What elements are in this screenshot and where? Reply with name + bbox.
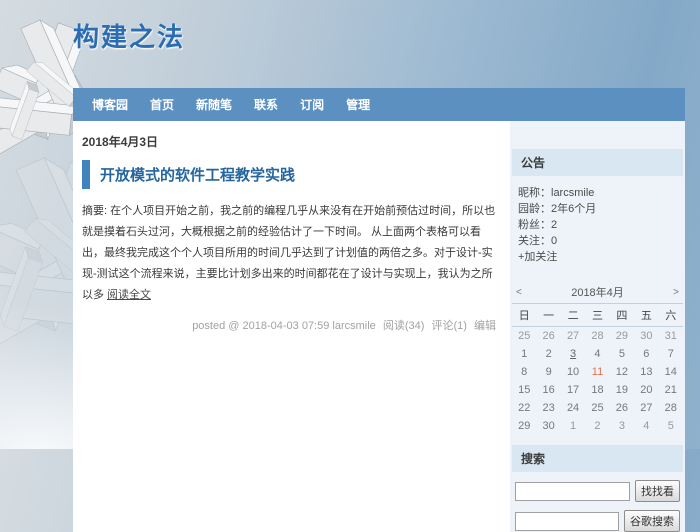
post-summary: 摘要: 在个人项目开始之前，我之前的编程几乎从来没有在开始前预估过时间，所以也就… <box>82 201 500 306</box>
notice-body: 昵称：larcsmile园龄：2年6个月粉丝：2关注：0+加关注 <box>512 176 683 273</box>
search-row-find: 找找看 <box>515 480 680 502</box>
google-search-input[interactable] <box>515 512 619 531</box>
calendar-day: 20 <box>634 381 658 399</box>
search-title: 搜索 <box>512 445 683 472</box>
calendar-title: 2018年4月 <box>528 284 667 300</box>
calendar-day: 29 <box>512 417 536 435</box>
find-search-input[interactable] <box>515 482 630 501</box>
calendar-day: 14 <box>659 363 683 381</box>
calendar-day: 16 <box>536 381 560 399</box>
nav-item-home[interactable]: 首页 <box>150 96 174 113</box>
calendar-grid: 2526272829303112345678910111213141516171… <box>512 327 683 435</box>
post-meta-prefix: posted @ 2018-04-03 07:59 larcsmile <box>192 320 376 332</box>
post-date-heading[interactable]: 2018年4月3日 <box>82 133 500 150</box>
post-title-link[interactable]: 开放模式的软件工程教学实践 <box>100 164 295 185</box>
calendar-day: 27 <box>634 399 658 417</box>
notice-row-fans: 粉丝：2 <box>518 217 677 233</box>
nav-item-contact[interactable]: 联系 <box>254 96 278 113</box>
calendar-weekday: 五 <box>634 307 658 323</box>
calendar-weekdays: 日一二三四五六 <box>512 303 683 327</box>
content-area: 2018年4月3日 开放模式的软件工程教学实践 摘要: 在个人项目开始之前，我之… <box>73 121 685 532</box>
calendar-day: 5 <box>659 417 683 435</box>
post-title-accent-bar <box>82 160 90 189</box>
notice-row-age: 园龄：2年6个月 <box>518 201 677 217</box>
nav-item-new-post[interactable]: 新随笔 <box>196 96 232 113</box>
calendar-day: 9 <box>536 363 560 381</box>
calendar-day: 4 <box>585 345 609 363</box>
search-row-google: 谷歌搜索 <box>515 510 680 532</box>
calendar-day: 27 <box>561 327 585 345</box>
calendar-weekday: 四 <box>610 307 634 323</box>
find-search-button[interactable]: 找找看 <box>635 480 680 502</box>
calendar-day[interactable]: 3 <box>561 345 585 363</box>
follow-link[interactable]: +加关注 <box>518 249 557 265</box>
notice-row-nickname: 昵称：larcsmile <box>518 185 677 201</box>
calendar-day: 18 <box>585 381 609 399</box>
calendar-day: 7 <box>659 345 683 363</box>
calendar-day: 3 <box>610 417 634 435</box>
notice-section: 公告 昵称：larcsmile园龄：2年6个月粉丝：2关注：0+加关注 <box>512 149 683 273</box>
calendar-weekday: 六 <box>659 307 683 323</box>
calendar-day: 21 <box>659 381 683 399</box>
read-more-link[interactable]: 阅读全文 <box>107 289 151 301</box>
page-container: 构建之法 博客园首页新随笔联系订阅管理 2018年4月3日 开放模式的软件工程教… <box>73 0 685 532</box>
calendar-day: 1 <box>512 345 536 363</box>
calendar-day: 2 <box>536 345 560 363</box>
calendar-day: 30 <box>634 327 658 345</box>
calendar-day: 6 <box>634 345 658 363</box>
calendar-day: 28 <box>585 327 609 345</box>
calendar-weekday: 二 <box>561 307 585 323</box>
notice-row-following: 关注：0 <box>518 233 677 249</box>
main-column: 2018年4月3日 开放模式的软件工程教学实践 摘要: 在个人项目开始之前，我之… <box>73 121 510 532</box>
calendar-day: 23 <box>536 399 560 417</box>
calendar-day: 12 <box>610 363 634 381</box>
calendar-day: 22 <box>512 399 536 417</box>
calendar-day: 28 <box>659 399 683 417</box>
calendar-day: 10 <box>561 363 585 381</box>
search-section: 搜索 找找看 谷歌搜索 <box>512 445 683 532</box>
calendar-section: < 2018年4月 > 日一二三四五六 25262728293031123456… <box>512 281 683 435</box>
edit-link[interactable]: 编辑 <box>474 320 496 332</box>
nav-item-subscribe[interactable]: 订阅 <box>300 96 324 113</box>
blog-header: 构建之法 <box>73 0 685 88</box>
calendar-nav: < 2018年4月 > <box>512 281 683 303</box>
calendar-day: 1 <box>561 417 585 435</box>
calendar-day: 5 <box>610 345 634 363</box>
calendar-weekday: 三 <box>585 307 609 323</box>
calendar-day: 11 <box>585 363 609 381</box>
calendar-day: 29 <box>610 327 634 345</box>
reads-link[interactable]: 阅读(34) <box>383 320 425 332</box>
google-search-button[interactable]: 谷歌搜索 <box>624 510 680 532</box>
calendar-day: 25 <box>512 327 536 345</box>
nav-item-blog-home[interactable]: 博客园 <box>92 96 128 113</box>
calendar-day: 26 <box>536 327 560 345</box>
calendar-day: 4 <box>634 417 658 435</box>
post-summary-text: 摘要: 在个人项目开始之前，我之前的编程几乎从来没有在开始前预估过时间，所以也就… <box>82 205 495 301</box>
sidebar: 公告 昵称：larcsmile园龄：2年6个月粉丝：2关注：0+加关注 < 20… <box>510 121 685 532</box>
calendar-day: 19 <box>610 381 634 399</box>
calendar-day: 24 <box>561 399 585 417</box>
calendar-day: 2 <box>585 417 609 435</box>
calendar-day: 8 <box>512 363 536 381</box>
calendar-day: 13 <box>634 363 658 381</box>
calendar-weekday: 日 <box>512 307 536 323</box>
nav-item-manage[interactable]: 管理 <box>346 96 370 113</box>
calendar-day: 25 <box>585 399 609 417</box>
comments-link[interactable]: 评论(1) <box>431 320 466 332</box>
post-meta: posted @ 2018-04-03 07:59 larcsmile 阅读(3… <box>82 317 500 333</box>
blog-title[interactable]: 构建之法 <box>73 0 185 54</box>
notice-title: 公告 <box>512 149 683 176</box>
calendar-weekday: 一 <box>536 307 560 323</box>
calendar-day: 15 <box>512 381 536 399</box>
calendar-day: 26 <box>610 399 634 417</box>
calendar-day: 30 <box>536 417 560 435</box>
calendar-day: 17 <box>561 381 585 399</box>
calendar-day: 31 <box>659 327 683 345</box>
post-title-row: 开放模式的软件工程教学实践 <box>82 160 500 189</box>
calendar-next-button[interactable]: > <box>667 287 679 298</box>
nav-bar: 博客园 首页 新随笔 联系 订阅 管理 <box>73 88 685 121</box>
calendar-prev-button[interactable]: < <box>516 287 528 298</box>
